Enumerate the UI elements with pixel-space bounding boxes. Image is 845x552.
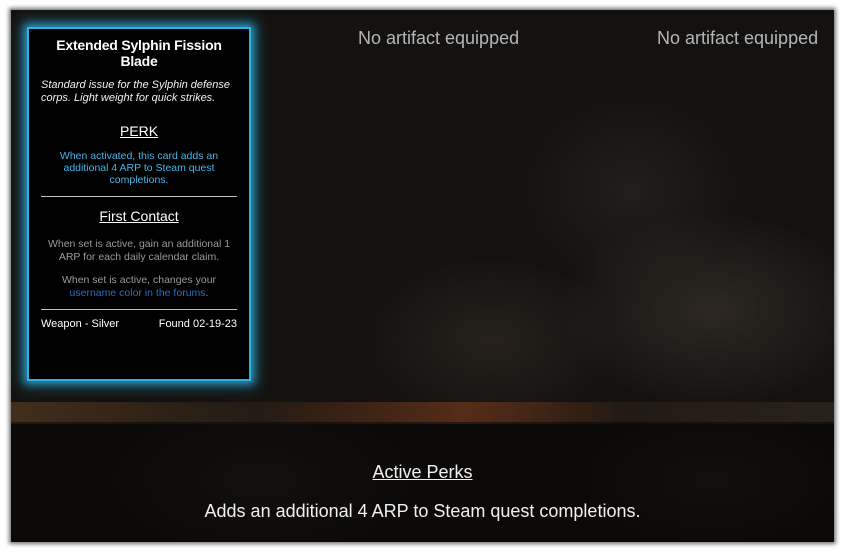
set-bonus-2-suffix: .	[205, 287, 209, 299]
active-perks-heading: Active Perks	[372, 462, 473, 482]
perks-panel: Extended Sylphin Fission Blade Standard …	[11, 10, 834, 542]
artifact-slot-2[interactable]: No artifact equipped	[657, 28, 818, 49]
active-perks-text: Adds an additional 4 ARP to Steam quest …	[204, 501, 641, 521]
card-found-date: Found 02-19-23	[158, 318, 237, 330]
set-heading: First Contact	[99, 208, 179, 224]
background-strip	[11, 402, 834, 424]
set-bonus-1: When set is active, gain an additional 1…	[47, 238, 231, 263]
equipped-card[interactable]: Extended Sylphin Fission Blade Standard …	[27, 27, 251, 381]
perk-heading: PERK	[119, 123, 159, 139]
artifact-slot-1[interactable]: No artifact equipped	[358, 28, 519, 49]
divider	[41, 196, 237, 197]
set-bonus-2-prefix: When set is active, changes your	[61, 274, 217, 286]
card-description: Standard issue for the Sylphin defense c…	[41, 79, 230, 104]
card-footer: Weapon - Silver Found 02-19-23	[41, 318, 237, 330]
card-type: Weapon - Silver	[41, 318, 120, 330]
forum-color-link[interactable]: username color in the forums	[70, 287, 206, 299]
set-bonus-2: When set is active, changes your usernam…	[41, 274, 237, 300]
divider	[41, 309, 237, 310]
perk-text: When activated, this card adds an additi…	[59, 150, 219, 186]
card-title: Extended Sylphin Fission Blade	[56, 37, 222, 69]
